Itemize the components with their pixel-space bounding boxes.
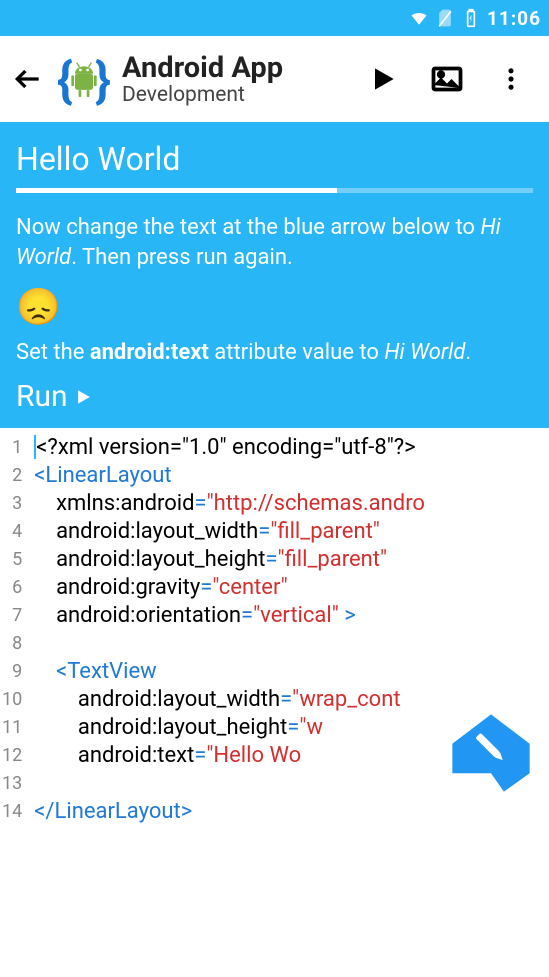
lesson-title: Hello World — [16, 140, 533, 178]
app-titles: Android App Development — [122, 51, 347, 107]
instruction-text: Now change the text at the blue arrow be… — [16, 213, 533, 272]
line-gutter: 1234567891011121314 — [0, 428, 28, 826]
hint-text: Set the android:text attribute value to … — [16, 340, 533, 365]
app-title: Android App — [122, 51, 347, 85]
sim-icon — [435, 8, 455, 28]
code-content[interactable]: <?xml version="1.0" encoding="utf-8"?><L… — [28, 428, 425, 826]
app-subtitle: Development — [122, 83, 347, 107]
image-icon-button[interactable] — [425, 57, 469, 101]
svg-text:}: } — [95, 52, 111, 108]
progress-bar — [16, 188, 533, 193]
wifi-icon — [409, 8, 429, 28]
svg-text:{: { — [57, 52, 73, 108]
run-icon-button[interactable] — [361, 57, 405, 101]
back-button[interactable] — [10, 61, 46, 97]
instruction-panel: Hello World Now change the text at the b… — [0, 122, 549, 428]
app-bar: { } Android App Development — [0, 36, 549, 122]
app-logo: { } — [54, 49, 114, 109]
status-bar: 11:06 — [0, 0, 549, 36]
more-menu-button[interactable] — [489, 57, 533, 101]
sad-face-icon: 😞 — [16, 286, 533, 328]
battery-charging-icon — [461, 8, 481, 28]
status-time: 11:06 — [487, 7, 541, 30]
play-icon — [74, 387, 94, 407]
run-button[interactable]: Run — [16, 379, 94, 414]
edit-fab[interactable] — [445, 707, 537, 799]
